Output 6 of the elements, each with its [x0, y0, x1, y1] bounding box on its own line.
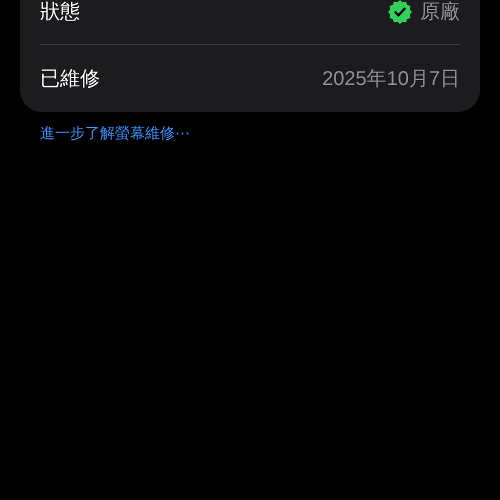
- row-label: 已維修: [40, 66, 100, 90]
- row-value: 原廠: [420, 0, 460, 24]
- row-label: 狀態: [40, 0, 80, 24]
- verified-check-icon: [388, 0, 412, 24]
- learn-more-link[interactable]: 進一步了解螢幕維修⋯: [40, 125, 190, 142]
- row-value: 2025年10月7日: [322, 66, 460, 90]
